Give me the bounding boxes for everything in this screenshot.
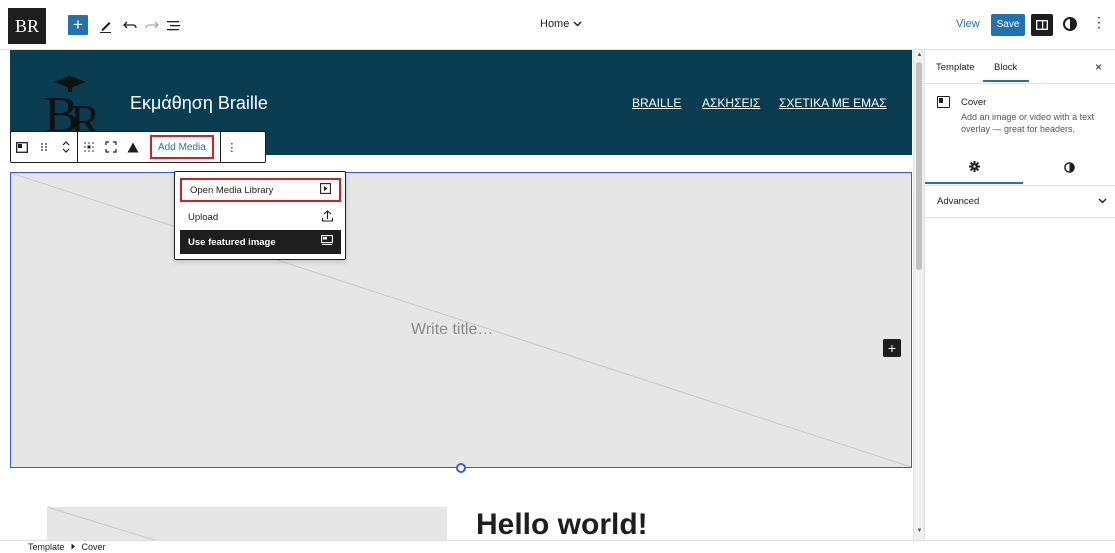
chevron-down-icon: [1098, 196, 1107, 207]
block-toolbar: Add Media ⋮: [10, 131, 266, 163]
chevron-down-icon: [573, 18, 582, 30]
full-height-icon[interactable]: [100, 132, 122, 162]
upload-icon: [321, 209, 334, 225]
scrollbar-thumb[interactable]: [916, 62, 922, 270]
block-inserter-button[interactable]: +: [68, 15, 88, 35]
more-options-icon[interactable]: ⋮: [221, 132, 243, 162]
redo-icon[interactable]: [142, 16, 162, 36]
cover-block-icon[interactable]: [11, 132, 33, 162]
view-button[interactable]: View: [956, 18, 980, 30]
breadcrumb-item-cover[interactable]: Cover: [82, 542, 106, 552]
advanced-label: Advanced: [937, 196, 980, 207]
block-description: Add an image or video with a text overla…: [961, 112, 1095, 134]
list-view-icon[interactable]: [164, 16, 184, 36]
drag-handle-icon[interactable]: [33, 132, 55, 162]
open-media-library-item[interactable]: Open Media Library: [180, 178, 341, 202]
tab-block[interactable]: Block: [994, 62, 1017, 73]
divider: [925, 83, 1115, 84]
move-up-down-icon[interactable]: [55, 132, 77, 162]
cover-title-placeholder[interactable]: Write title…: [411, 321, 493, 339]
styles-contrast-icon: [1064, 162, 1075, 176]
undo-icon[interactable]: [120, 16, 140, 36]
breadcrumb-item-template[interactable]: Template: [28, 542, 65, 552]
tab-block-styles[interactable]: [1023, 154, 1115, 184]
add-media-dropdown: Open Media Library Upload Use featured i…: [174, 171, 346, 260]
gear-icon: [968, 161, 980, 175]
editor-canvas: B R Εκμάθηση Braille BRAILLE ΑΣΚΗΣΕΙΣ ΣΧ…: [0, 50, 913, 540]
document-title: Home: [540, 18, 570, 30]
use-featured-image-item[interactable]: Use featured image: [180, 230, 341, 254]
block-toolbar-group-block: [11, 132, 78, 162]
add-media-button[interactable]: Add Media: [150, 135, 214, 159]
cover-placeholder-diagonal: [11, 173, 911, 467]
divider: [925, 217, 1115, 218]
featured-image-icon: [321, 235, 333, 249]
nav-link-about[interactable]: ΣΧΕΤΙΚΑ ΜΕ ΕΜΑΣ: [779, 96, 887, 110]
editor-footer: Template Cover: [0, 540, 1115, 553]
active-tab-indicator: [983, 80, 1029, 82]
site-logo-button[interactable]: BR: [8, 8, 46, 44]
tab-block-settings[interactable]: [925, 154, 1023, 184]
settings-sidebar: Template Block × Cover Add an image or v…: [924, 50, 1115, 540]
media-library-icon: [320, 183, 331, 197]
upload-item[interactable]: Upload: [180, 205, 341, 229]
breadcrumb: Template Cover: [28, 542, 106, 552]
cover-block-icon: [937, 96, 950, 108]
post-heading[interactable]: Hello world!: [476, 508, 648, 540]
content-position-icon[interactable]: [78, 132, 100, 162]
settings-sidebar-toggle[interactable]: [1031, 14, 1053, 36]
save-button[interactable]: Save: [991, 14, 1025, 36]
block-toolbar-group-tools: Add Media: [78, 132, 221, 162]
canvas-scrollbar[interactable]: ▲ ▼: [913, 50, 924, 540]
use-featured-image-label: Use featured image: [188, 236, 276, 248]
tab-template[interactable]: Template: [936, 62, 975, 73]
edit-pencil-icon[interactable]: [96, 16, 116, 36]
open-media-library-label: Open Media Library: [190, 184, 274, 196]
divider: [925, 185, 1115, 186]
close-sidebar-icon[interactable]: ×: [1095, 60, 1102, 74]
editor-top-bar: BR + Home View Save ⋮: [0, 0, 1115, 50]
cover-resize-handle[interactable]: [456, 463, 466, 473]
upload-label: Upload: [188, 211, 219, 223]
nav-link-exercises[interactable]: ΑΣΚΗΣΕΙΣ: [702, 96, 760, 110]
document-title-dropdown[interactable]: Home: [540, 18, 600, 30]
block-name: Cover: [961, 97, 987, 108]
nav-link-braille[interactable]: BRAILLE: [632, 96, 681, 110]
styles-contrast-icon[interactable]: [1063, 17, 1077, 31]
cover-block[interactable]: Write title… +: [10, 172, 912, 468]
site-title[interactable]: Εκμάθηση Braille: [130, 93, 268, 114]
site-header-logo[interactable]: B R: [40, 74, 108, 146]
chevron-right-icon: [71, 542, 76, 552]
duotone-filter-icon[interactable]: [122, 132, 144, 162]
cover-add-block-button[interactable]: +: [883, 339, 901, 357]
advanced-panel-toggle[interactable]: Advanced: [937, 196, 1107, 207]
block-toolbar-group-more: ⋮: [221, 132, 243, 162]
image-placeholder[interactable]: [47, 507, 447, 540]
options-kebab-icon[interactable]: ⋮: [1092, 14, 1106, 31]
